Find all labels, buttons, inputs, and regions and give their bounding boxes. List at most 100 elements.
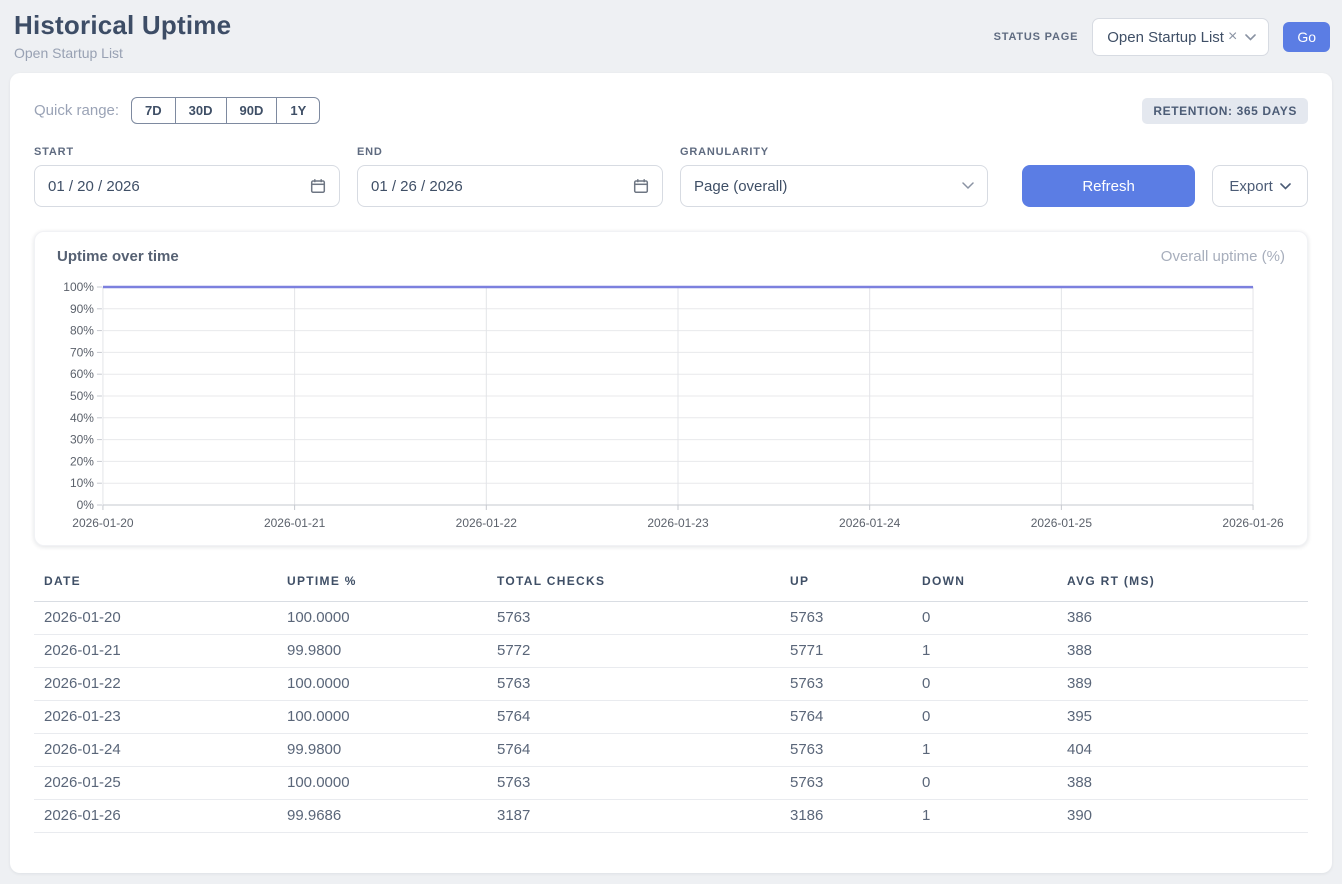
- retention-badge: RETENTION: 365 DAYS: [1142, 98, 1308, 124]
- go-button[interactable]: Go: [1283, 22, 1330, 52]
- table-cell: 5763: [780, 734, 912, 767]
- table-cell: 0: [912, 701, 1057, 734]
- table-cell: 0: [912, 602, 1057, 635]
- svg-text:2026-01-24: 2026-01-24: [839, 516, 901, 530]
- svg-text:80%: 80%: [70, 324, 94, 338]
- quick-range-button-90d[interactable]: 90D: [226, 97, 278, 124]
- chevron-down-icon: [1280, 183, 1291, 190]
- chart-title: Uptime over time: [57, 248, 179, 265]
- table-cell: 5772: [487, 635, 780, 668]
- title-block: Historical Uptime Open Startup List: [14, 10, 231, 61]
- svg-text:40%: 40%: [70, 411, 94, 425]
- table-row: 2026-01-20100.0000576357630386: [34, 602, 1308, 635]
- refresh-button[interactable]: Refresh: [1022, 165, 1195, 207]
- table-row: 2026-01-23100.0000576457640395: [34, 701, 1308, 734]
- chart-legend: Overall uptime (%): [1161, 248, 1285, 265]
- table-cell: 388: [1057, 635, 1308, 668]
- table-cell: 404: [1057, 734, 1308, 767]
- table-cell: 5763: [487, 767, 780, 800]
- main-card: Quick range: 7D30D90D1Y RETENTION: 365 D…: [10, 73, 1332, 873]
- quick-range-row: Quick range: 7D30D90D1Y RETENTION: 365 D…: [34, 97, 1308, 124]
- table-cell: 99.9800: [277, 734, 487, 767]
- quick-range-button-30d[interactable]: 30D: [175, 97, 227, 124]
- table-cell: 2026-01-22: [34, 668, 277, 701]
- export-button[interactable]: Export: [1212, 165, 1308, 207]
- table-cell: 5764: [487, 734, 780, 767]
- table-cell: 1: [912, 800, 1057, 833]
- granularity-select[interactable]: Page (overall): [680, 165, 988, 207]
- table-cell: 395: [1057, 701, 1308, 734]
- calendar-icon[interactable]: [633, 178, 649, 194]
- svg-text:2026-01-20: 2026-01-20: [72, 516, 134, 530]
- svg-text:2026-01-22: 2026-01-22: [456, 516, 518, 530]
- start-date-input[interactable]: 01 / 20 / 2026: [34, 165, 340, 207]
- quick-range-label: Quick range:: [34, 102, 119, 119]
- quick-range-group: 7D30D90D1Y: [131, 97, 320, 124]
- table-cell: 0: [912, 668, 1057, 701]
- quick-range-button-7d[interactable]: 7D: [131, 97, 176, 124]
- chevron-down-icon: [962, 182, 974, 190]
- table-cell: 5763: [780, 602, 912, 635]
- header-controls: STATUS PAGE Open Startup List × Go: [994, 18, 1330, 56]
- table-cell: 5764: [780, 701, 912, 734]
- table-cell: 5763: [487, 602, 780, 635]
- quick-range-button-1y[interactable]: 1Y: [276, 97, 320, 124]
- uptime-table: DATEUPTIME %TOTAL CHECKSUPDOWNAVG RT (MS…: [34, 574, 1308, 833]
- column-header: DOWN: [912, 574, 1057, 602]
- svg-text:60%: 60%: [70, 367, 94, 381]
- calendar-icon[interactable]: [310, 178, 326, 194]
- table-cell: 2026-01-25: [34, 767, 277, 800]
- table-cell: 2026-01-24: [34, 734, 277, 767]
- svg-text:20%: 20%: [70, 454, 94, 468]
- granularity-field: GRANULARITY Page (overall): [680, 146, 988, 207]
- table-cell: 0: [912, 767, 1057, 800]
- table-cell: 2026-01-23: [34, 701, 277, 734]
- chevron-down-icon: [1245, 34, 1256, 41]
- end-date-input[interactable]: 01 / 26 / 2026: [357, 165, 663, 207]
- svg-text:2026-01-26: 2026-01-26: [1222, 516, 1284, 530]
- table-cell: 388: [1057, 767, 1308, 800]
- status-page-selected-value: Open Startup List: [1107, 29, 1224, 46]
- end-date-field: END 01 / 26 / 2026: [357, 146, 663, 207]
- table-cell: 5763: [780, 668, 912, 701]
- svg-text:30%: 30%: [70, 433, 94, 447]
- table-cell: 5771: [780, 635, 912, 668]
- column-header: DATE: [34, 574, 277, 602]
- column-header: AVG RT (MS): [1057, 574, 1308, 602]
- page-subtitle: Open Startup List: [14, 45, 231, 61]
- status-page-select[interactable]: Open Startup List ×: [1092, 18, 1269, 56]
- status-page-label: STATUS PAGE: [994, 31, 1079, 43]
- table-cell: 99.9800: [277, 635, 487, 668]
- svg-text:2026-01-23: 2026-01-23: [647, 516, 709, 530]
- uptime-chart: 0%10%20%30%40%50%60%70%80%90%100%2026-01…: [57, 275, 1285, 533]
- column-header: TOTAL CHECKS: [487, 574, 780, 602]
- svg-text:2026-01-25: 2026-01-25: [1031, 516, 1093, 530]
- table-cell: 2026-01-20: [34, 602, 277, 635]
- table-cell: 1: [912, 734, 1057, 767]
- table-row: 2026-01-22100.0000576357630389: [34, 668, 1308, 701]
- table-header-row: DATEUPTIME %TOTAL CHECKSUPDOWNAVG RT (MS…: [34, 574, 1308, 602]
- table-cell: 100.0000: [277, 668, 487, 701]
- uptime-chart-panel: Uptime over time Overall uptime (%) 0%10…: [34, 231, 1308, 546]
- end-date-label: END: [357, 146, 663, 158]
- table-cell: 100.0000: [277, 767, 487, 800]
- end-date-value: 01 / 26 / 2026: [371, 178, 463, 195]
- filter-fields-row: START 01 / 20 / 2026 END 01 / 26 / 2026 …: [34, 146, 1308, 207]
- table-cell: 100.0000: [277, 602, 487, 635]
- table-row: 2026-01-2199.9800577257711388: [34, 635, 1308, 668]
- table-cell: 3186: [780, 800, 912, 833]
- page-header: Historical Uptime Open Startup List STAT…: [0, 0, 1342, 73]
- table-cell: 2026-01-21: [34, 635, 277, 668]
- table-row: 2026-01-2499.9800576457631404: [34, 734, 1308, 767]
- table-cell: 3187: [487, 800, 780, 833]
- start-date-label: START: [34, 146, 340, 158]
- clear-selection-icon[interactable]: ×: [1228, 28, 1237, 46]
- page-title: Historical Uptime: [14, 10, 231, 41]
- granularity-label: GRANULARITY: [680, 146, 988, 158]
- svg-text:2026-01-21: 2026-01-21: [264, 516, 326, 530]
- table-cell: 100.0000: [277, 701, 487, 734]
- start-date-value: 01 / 20 / 2026: [48, 178, 140, 195]
- table-cell: 2026-01-26: [34, 800, 277, 833]
- column-header: UPTIME %: [277, 574, 487, 602]
- table-cell: 390: [1057, 800, 1308, 833]
